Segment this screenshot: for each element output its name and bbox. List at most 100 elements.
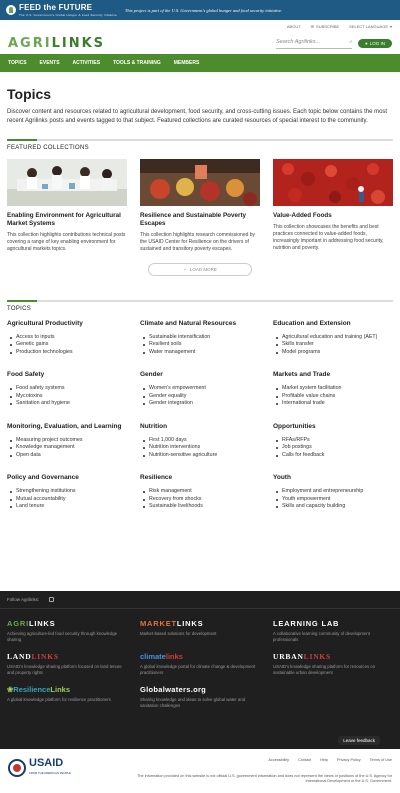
topic-link[interactable]: Strengthening institutions: [7, 488, 140, 496]
partner-site[interactable]: MARKETLINKS Market-based solutions for d…: [140, 619, 273, 643]
partner-logo[interactable]: URBANLINKS: [273, 652, 400, 661]
topic-link[interactable]: Calls for feedback: [273, 452, 393, 460]
featured-collections: Enabling Environment for Agricultural Ma…: [7, 159, 393, 253]
topic-link[interactable]: Market system facilitation: [273, 385, 393, 393]
topic-title[interactable]: Monitoring, Evaluation, and Learning: [7, 423, 140, 430]
topic-link[interactable]: Sustainable livelihoods: [140, 503, 273, 511]
topic-link[interactable]: Model programs: [273, 349, 393, 357]
topic-link[interactable]: Skills transfer: [273, 341, 393, 349]
partner-desc: Sharing knowledge and ideas to solve glo…: [140, 697, 246, 708]
card-image-peppers[interactable]: [273, 159, 393, 206]
topic-link[interactable]: International trade: [273, 400, 393, 408]
nav-events[interactable]: EVENTS: [40, 60, 60, 66]
topic-link[interactable]: Profitable value chains: [273, 393, 393, 401]
topic-title[interactable]: Resilience: [140, 474, 273, 481]
nav-activities[interactable]: ACTIVITIES: [73, 60, 101, 66]
featured-card[interactable]: Resilience and Sustainable Poverty Escap…: [140, 159, 260, 253]
subscribe-link[interactable]: ✉ SUBSCRIBE: [311, 24, 339, 29]
partner-logo[interactable]: Globalwaters.org: [140, 685, 273, 694]
footer-link-help[interactable]: Help: [320, 758, 328, 762]
usaid-logo[interactable]: USAID FROM THE AMERICAN PEOPLE: [8, 758, 71, 778]
footer-link-contact[interactable]: Contact: [298, 758, 311, 762]
topic-link[interactable]: Genetic gains: [7, 341, 140, 349]
topic-title[interactable]: Nutrition: [140, 423, 273, 430]
card-image-market[interactable]: [140, 159, 260, 206]
topic-title[interactable]: Climate and Natural Resources: [140, 320, 273, 327]
login-button[interactable]: ● LOG IN: [358, 38, 392, 48]
topic-link[interactable]: Skills and capacity building: [273, 503, 393, 511]
topic-link[interactable]: Access to inputs: [7, 334, 140, 342]
footer-link-accessibility[interactable]: Accessibility: [268, 758, 289, 762]
topic-title[interactable]: Youth: [273, 474, 393, 481]
nav-members[interactable]: MEMBERS: [174, 60, 200, 66]
search-icon[interactable]: ⌕: [349, 39, 352, 46]
topic-link[interactable]: Sustainable intensification: [140, 334, 273, 342]
language-select[interactable]: SELECT LANGUAGE ▾: [349, 24, 392, 29]
topic-link[interactable]: Gender integration: [140, 400, 273, 408]
footer-link-privacy[interactable]: Privacy Policy: [337, 758, 361, 762]
topic-link[interactable]: Water management: [140, 349, 273, 357]
about-link[interactable]: ABOUT: [287, 24, 301, 29]
topic-link[interactable]: Job postings: [273, 444, 393, 452]
partner-site[interactable]: URBANLINKS USAID's knowledge sharing pla…: [273, 652, 400, 676]
load-more-button[interactable]: ⌄ LOAD MORE: [148, 262, 252, 276]
topic-link[interactable]: Youth empowerment: [273, 496, 393, 504]
topic-link[interactable]: Land tenure: [7, 503, 140, 511]
load-more-label: LOAD MORE: [189, 266, 217, 272]
topic-link[interactable]: Knowledge management: [7, 444, 140, 452]
leave-feedback-button[interactable]: Leave feedback: [338, 736, 380, 745]
partner-site[interactable]: LANDLINKS USAID's knowledge sharing plat…: [7, 652, 140, 676]
topic-link[interactable]: Nutrition interventions: [140, 444, 273, 452]
partner-logo[interactable]: climatelinks: [140, 652, 273, 661]
topic-title[interactable]: Opportunities: [273, 423, 393, 430]
card-image-lab[interactable]: [7, 159, 127, 206]
topic-link[interactable]: Open data: [7, 452, 140, 460]
topic-link[interactable]: Risk management: [140, 488, 273, 496]
topic-title[interactable]: Gender: [140, 371, 273, 378]
topic-link[interactable]: Measuring project outcomes: [7, 437, 140, 445]
topic-link[interactable]: RFAs/RFPs: [273, 437, 393, 445]
topic-link[interactable]: Mycotoxins: [7, 393, 140, 401]
card-title[interactable]: Resilience and Sustainable Poverty Escap…: [140, 212, 260, 228]
topic-link[interactable]: Agricultural education and training (AET…: [273, 334, 393, 342]
topic-link[interactable]: Recovery from shocks: [140, 496, 273, 504]
card-title[interactable]: Value-Added Foods: [273, 212, 393, 220]
partner-logo[interactable]: LEARNING LAB: [273, 619, 400, 628]
card-title[interactable]: Enabling Environment for Agricultural Ma…: [7, 212, 127, 228]
topic-link[interactable]: Resilient soils: [140, 341, 273, 349]
partner-logo[interactable]: LANDLINKS: [7, 652, 140, 661]
social-icon[interactable]: [49, 597, 55, 602]
partner-site[interactable]: ❀ResilienceLinks A global knowledge plat…: [7, 685, 140, 709]
topic-title[interactable]: Markets and Trade: [273, 371, 393, 378]
topic-link[interactable]: Production technologies: [7, 349, 140, 357]
topic-link[interactable]: Sanitation and hygiene: [7, 400, 140, 408]
nav-tools-training[interactable]: TOOLS & TRAINING: [113, 60, 161, 66]
footer-link-terms[interactable]: Terms of Use: [370, 758, 392, 762]
search-input[interactable]: Search Agrilinks... ⌕: [276, 37, 353, 49]
featured-card[interactable]: Enabling Environment for Agricultural Ma…: [7, 159, 127, 253]
topic-link[interactable]: First 1,000 days: [140, 437, 273, 445]
partner-site[interactable]: climatelinks A global knowledge portal f…: [140, 652, 273, 676]
bottom-bar: USAID FROM THE AMERICAN PEOPLE Accessibi…: [0, 749, 400, 793]
featured-card[interactable]: Value-Added Foods This collection showca…: [273, 159, 393, 253]
feed-the-future-logo[interactable]: FEED the FUTURE The U.S. Government's Gl…: [6, 3, 117, 17]
partner-logo[interactable]: MARKETLINKS: [140, 619, 273, 628]
topic-link[interactable]: Women's empowerment: [140, 385, 273, 393]
topic-title[interactable]: Policy and Governance: [7, 474, 140, 481]
topic-link[interactable]: Gender equality: [140, 393, 273, 401]
topic-title[interactable]: Food Safety: [7, 371, 140, 378]
topic-link[interactable]: Employment and entrepreneurship: [273, 488, 393, 496]
partner-logo[interactable]: ❀ResilienceLinks: [7, 685, 140, 694]
topic-link[interactable]: Mutual accountability: [7, 496, 140, 504]
partner-site[interactable]: Globalwaters.org Sharing knowledge and i…: [140, 685, 273, 709]
agrilinks-logo[interactable]: AGRILINKS: [8, 36, 105, 51]
topic-title[interactable]: Agricultural Productivity: [7, 320, 140, 327]
topic-title[interactable]: Education and Extension: [273, 320, 393, 327]
topic-link[interactable]: Nutrition-sensitive agriculture: [140, 452, 273, 460]
partner-logo[interactable]: AGRILINKS: [7, 619, 140, 628]
topic-link[interactable]: Food safety systems: [7, 385, 140, 393]
topic-group: Monitoring, Evaluation, and Learning Mea…: [7, 423, 140, 460]
partner-site[interactable]: AGRILINKS Achieving agriculture-led food…: [7, 619, 140, 643]
partner-site[interactable]: LEARNING LAB A collaborative learning co…: [273, 619, 400, 643]
nav-topics[interactable]: TOPICS: [8, 60, 27, 66]
